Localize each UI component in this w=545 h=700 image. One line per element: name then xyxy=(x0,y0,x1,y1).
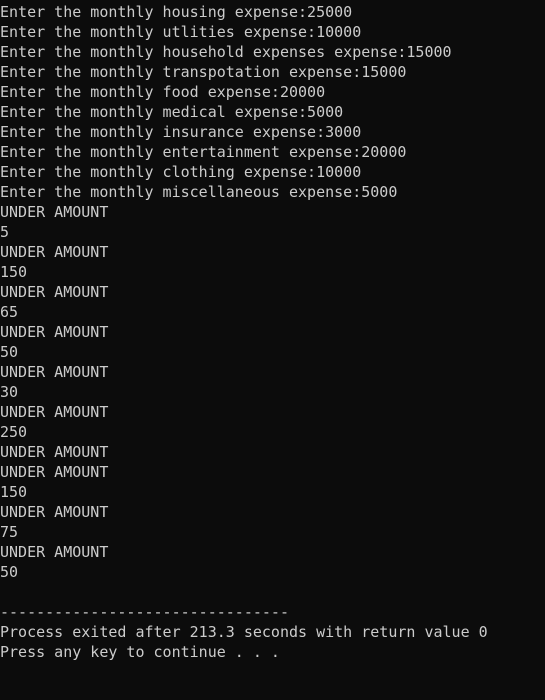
console-line: 30 xyxy=(0,383,19,401)
continue-prompt: Press any key to continue . . . xyxy=(0,643,280,661)
console-line: Enter the monthly insurance expense:3000 xyxy=(0,123,362,141)
console-line: Enter the monthly entertainment expense:… xyxy=(0,143,407,161)
console-line: 150 xyxy=(0,263,28,281)
console-line: 75 xyxy=(0,523,19,541)
console-output[interactable]: Enter the monthly housing expense:25000 … xyxy=(0,0,545,700)
console-line: UNDER AMOUNT xyxy=(0,443,109,461)
console-line: Enter the monthly clothing expense:10000 xyxy=(0,163,362,181)
console-line: Enter the monthly utlities expense:10000 xyxy=(0,23,362,41)
console-line: UNDER AMOUNT xyxy=(0,543,109,561)
console-line: UNDER AMOUNT xyxy=(0,203,109,221)
console-line: UNDER AMOUNT xyxy=(0,503,109,521)
console-line: 250 xyxy=(0,423,28,441)
console-line: Enter the monthly transpotation expense:… xyxy=(0,63,407,81)
console-line: 150 xyxy=(0,483,28,501)
console-line: 50 xyxy=(0,563,19,581)
console-line: Enter the monthly household expenses exp… xyxy=(0,43,452,61)
console-line: Enter the monthly miscellaneous expense:… xyxy=(0,183,398,201)
console-line: Enter the monthly housing expense:25000 xyxy=(0,3,353,21)
console-line: UNDER AMOUNT xyxy=(0,403,109,421)
console-line: UNDER AMOUNT xyxy=(0,463,109,481)
console-line: 5 xyxy=(0,223,10,241)
console-line: UNDER AMOUNT xyxy=(0,243,109,261)
console-line: UNDER AMOUNT xyxy=(0,323,109,341)
process-exit-message: Process exited after 213.3 seconds with … xyxy=(0,623,488,641)
console-line: UNDER AMOUNT xyxy=(0,283,109,301)
console-line: Enter the monthly medical expense:5000 xyxy=(0,103,344,121)
console-line: 65 xyxy=(0,303,19,321)
console-line: Enter the monthly food expense:20000 xyxy=(0,83,326,101)
console-separator: -------------------------------- xyxy=(0,603,289,621)
console-line: UNDER AMOUNT xyxy=(0,363,109,381)
console-line: 50 xyxy=(0,343,19,361)
